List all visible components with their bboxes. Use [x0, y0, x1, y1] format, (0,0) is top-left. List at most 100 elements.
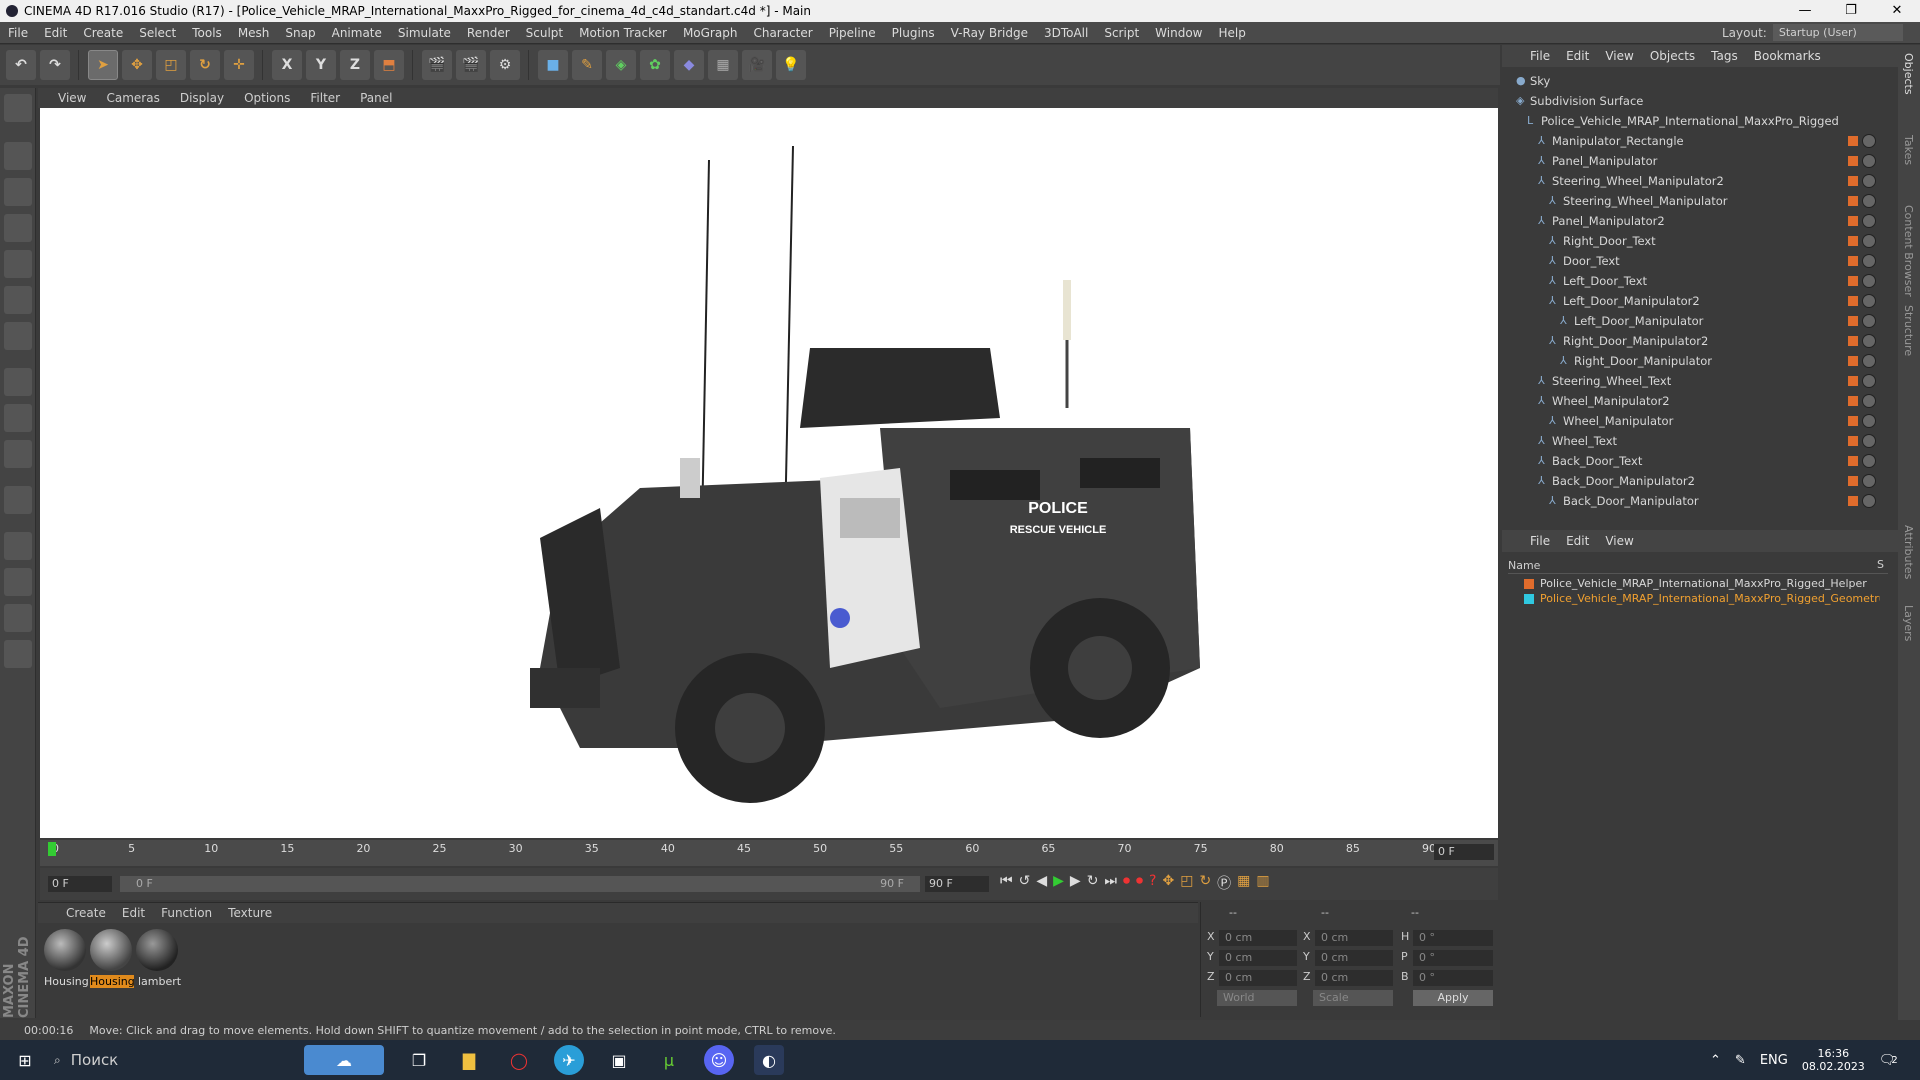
next-frame-icon[interactable]: ▶: [1070, 873, 1081, 893]
go-to-start-icon[interactable]: ⏮: [1000, 873, 1013, 893]
subdivision-icon[interactable]: ◈: [606, 50, 636, 80]
object-tag-icon[interactable]: [1862, 234, 1876, 248]
object-row[interactable]: ⅄ Panel_Manipulator: [1508, 151, 1888, 171]
key-rotate-icon[interactable]: ↻: [1199, 873, 1211, 893]
object-row[interactable]: ⅄ Wheel_Manipulator2: [1508, 391, 1888, 411]
help-key-icon[interactable]: ?: [1149, 873, 1156, 893]
layer-menu-item[interactable]: View: [1605, 534, 1633, 548]
rotate-tool-icon[interactable]: ↻: [190, 50, 220, 80]
pen-icon[interactable]: ✎: [1735, 1053, 1746, 1068]
coord-rotation-field[interactable]: 0 °: [1413, 930, 1493, 946]
object-row[interactable]: ⅄ Steering_Wheel_Manipulator2: [1508, 171, 1888, 191]
object-row[interactable]: ⅄ Right_Door_Text: [1508, 231, 1888, 251]
range-slider[interactable]: 0 F 90 F: [120, 876, 920, 892]
coord-size-field[interactable]: 0 cm: [1315, 930, 1393, 946]
record-icon[interactable]: ⏺: [1123, 873, 1130, 893]
object-row[interactable]: ⅄ Right_Door_Manipulator2: [1508, 331, 1888, 351]
magnet-icon[interactable]: [4, 486, 32, 514]
scale-tool-icon[interactable]: ◰: [156, 50, 186, 80]
coord-position-field[interactable]: 0 cm: [1219, 950, 1297, 966]
python-script-icon[interactable]: [4, 640, 32, 668]
select-tool-icon[interactable]: ➤: [88, 50, 118, 80]
object-tag-icon[interactable]: [1862, 194, 1876, 208]
object-tag-icon[interactable]: [1862, 394, 1876, 408]
file-explorer-icon[interactable]: ▇: [454, 1045, 484, 1075]
telegram-icon[interactable]: ✈: [554, 1045, 584, 1075]
coord-size-field[interactable]: 0 cm: [1315, 970, 1393, 986]
side-tab[interactable]: Attributes: [1902, 525, 1915, 579]
polygons-mode-icon[interactable]: [4, 322, 32, 350]
layer-row[interactable]: Police_Vehicle_MRAP_International_MaxxPr…: [1508, 591, 1888, 606]
snap-icon[interactable]: [4, 440, 32, 468]
viewport-menu-item[interactable]: Display: [180, 91, 224, 105]
menu-item[interactable]: Create: [75, 26, 131, 40]
menu-item[interactable]: Render: [459, 26, 518, 40]
object-tag-icon[interactable]: [1862, 334, 1876, 348]
object-tag-icon[interactable]: [1862, 494, 1876, 508]
menu-item[interactable]: 3DToAll: [1036, 26, 1096, 40]
floor-icon[interactable]: ▦: [708, 50, 738, 80]
object-row[interactable]: ⅄ Wheel_Text: [1508, 431, 1888, 451]
coord-scale-dropdown[interactable]: Scale: [1313, 990, 1393, 1006]
redo-icon[interactable]: ↷: [40, 50, 70, 80]
key-grid-icon[interactable]: ▦: [1237, 873, 1250, 893]
viewport-menu-item[interactable]: Filter: [310, 91, 340, 105]
object-tag-icon[interactable]: [1862, 254, 1876, 268]
menu-item[interactable]: Animate: [324, 26, 390, 40]
timeline-ruler[interactable]: 051015202530354045505560657075808590 0 F: [40, 840, 1498, 866]
cloner-icon[interactable]: ✿: [640, 50, 670, 80]
material-housing-2[interactable]: [90, 929, 132, 971]
object-tag-icon[interactable]: [1862, 374, 1876, 388]
chevron-up-icon[interactable]: ⌃: [1710, 1053, 1721, 1068]
object-menu-item[interactable]: File: [1530, 49, 1550, 63]
object-row[interactable]: ⅄ Left_Door_Manipulator: [1508, 311, 1888, 331]
object-tag-icon[interactable]: [1862, 474, 1876, 488]
menu-item[interactable]: Window: [1147, 26, 1210, 40]
material-menu-item[interactable]: Function: [161, 906, 212, 920]
menu-item[interactable]: Tools: [184, 26, 230, 40]
object-tag-icon[interactable]: [1862, 354, 1876, 368]
coord-position-field[interactable]: 0 cm: [1219, 970, 1297, 986]
task-view-icon[interactable]: ❐: [404, 1045, 434, 1075]
object-tag-icon[interactable]: [1862, 434, 1876, 448]
edges-mode-icon[interactable]: [4, 286, 32, 314]
close-button[interactable]: ✕: [1874, 0, 1920, 22]
timeline-icon[interactable]: ▥: [1256, 873, 1269, 893]
side-tab[interactable]: Structure: [1902, 305, 1915, 356]
autokey-icon[interactable]: ⏺: [1136, 873, 1143, 893]
texture-mode-icon[interactable]: [4, 178, 32, 206]
tweak-mode-icon[interactable]: [4, 404, 32, 432]
coord-rotation-field[interactable]: 0 °: [1413, 970, 1493, 986]
menu-item[interactable]: Motion Tracker: [571, 26, 675, 40]
next-key-icon[interactable]: ↻: [1087, 873, 1099, 893]
object-menu-item[interactable]: Bookmarks: [1754, 49, 1821, 63]
clock[interactable]: 16:36 08.02.2023: [1802, 1047, 1865, 1073]
widgets-icon[interactable]: ☁: [304, 1045, 384, 1075]
apply-button[interactable]: Apply: [1413, 990, 1493, 1006]
windows-start-icon[interactable]: ⊞: [10, 1045, 40, 1075]
object-menu-item[interactable]: Objects: [1650, 49, 1695, 63]
current-frame-field[interactable]: 0 F: [1434, 844, 1494, 860]
workplane-icon[interactable]: [4, 214, 32, 242]
object-row[interactable]: ⅄ Right_Door_Manipulator: [1508, 351, 1888, 371]
deformer-icon[interactable]: ◆: [674, 50, 704, 80]
menu-item[interactable]: Snap: [277, 26, 323, 40]
object-row[interactable]: ◈ Subdivision Surface: [1508, 91, 1888, 111]
timeline-playhead[interactable]: [48, 842, 56, 856]
menu-item[interactable]: Help: [1210, 26, 1253, 40]
side-tab[interactable]: Objects: [1902, 53, 1915, 95]
render-view-icon[interactable]: 🎬: [422, 50, 452, 80]
menu-item[interactable]: MoGraph: [675, 26, 746, 40]
viewport-menu-item[interactable]: Options: [244, 91, 290, 105]
maximize-button[interactable]: ❐: [1828, 0, 1874, 22]
object-row[interactable]: ⅄ Steering_Wheel_Text: [1508, 371, 1888, 391]
object-menu-item[interactable]: Edit: [1566, 49, 1589, 63]
move-tool-icon[interactable]: ✥: [122, 50, 152, 80]
key-param-icon[interactable]: Ⓟ: [1217, 873, 1231, 893]
object-row[interactable]: ⅄ Steering_Wheel_Manipulator: [1508, 191, 1888, 211]
cube-icon[interactable]: ■: [538, 50, 568, 80]
language-indicator[interactable]: ENG: [1760, 1053, 1788, 1068]
object-row[interactable]: ⅄ Wheel_Manipulator: [1508, 411, 1888, 431]
coord-mode-dropdown[interactable]: World: [1217, 990, 1297, 1006]
prev-frame-icon[interactable]: ◀: [1036, 873, 1047, 893]
